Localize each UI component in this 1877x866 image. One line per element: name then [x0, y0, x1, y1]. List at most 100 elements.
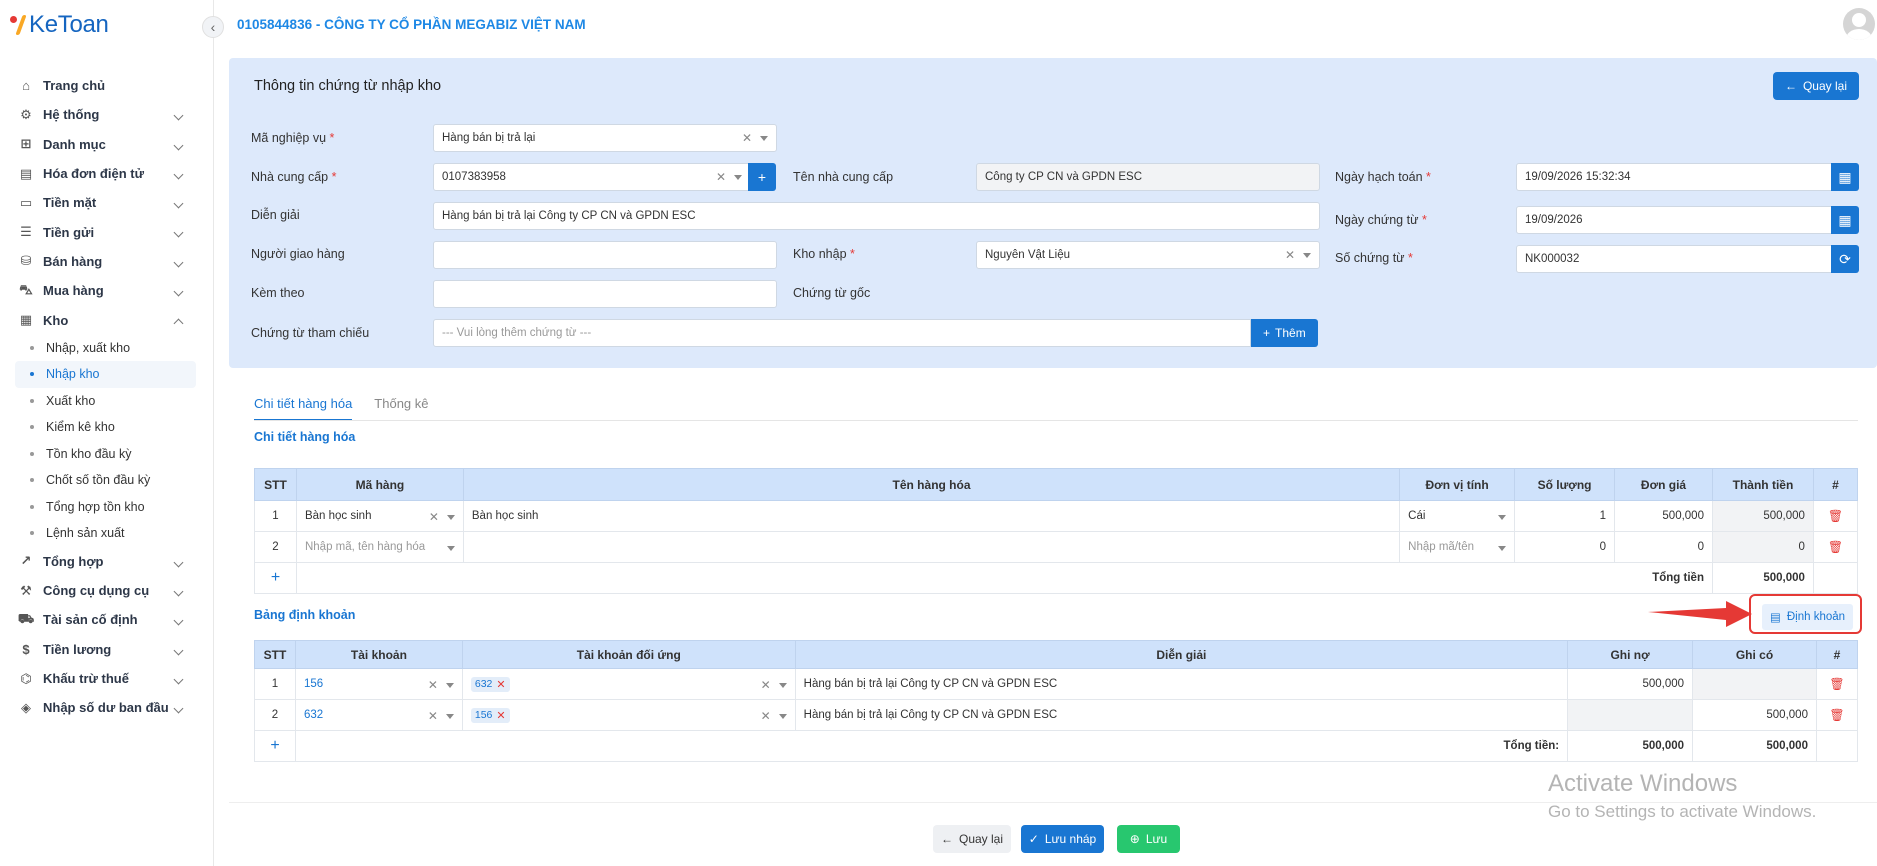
don-gia-input[interactable]: 0 — [1614, 531, 1713, 563]
app-logo[interactable]: KeToan — [10, 10, 109, 40]
so-chung-tu-input[interactable]: NK000032 — [1516, 245, 1834, 273]
chevron-icon — [173, 169, 184, 180]
sidebar-item[interactable]: ↗ Tổng hợp — [0, 547, 214, 576]
tab-chi-tiet[interactable]: Chi tiết hàng hóa — [254, 396, 353, 421]
ghi-co-input[interactable] — [1692, 668, 1817, 700]
clear-icon[interactable]: ✕ — [428, 678, 438, 692]
clear-icon[interactable]: ✕ — [1285, 248, 1295, 262]
sidebar-subitem-label: Chốt số tồn đầu kỳ — [46, 473, 151, 488]
column-header: Tài khoản đối ứng — [461, 640, 796, 669]
delete-row-button[interactable]: 🗑 — [1812, 531, 1859, 563]
ma-hang-select[interactable]: Bàn học sinh ✕ — [295, 500, 464, 532]
tab-thong-ke[interactable]: Thống kê — [374, 396, 428, 421]
clear-icon[interactable]: ✕ — [716, 170, 726, 184]
ngay-chung-tu-input[interactable]: 19/09/2026 — [1516, 206, 1834, 234]
clear-icon[interactable]: ✕ — [429, 510, 439, 524]
sidebar-collapse-button[interactable]: ‹ — [202, 16, 224, 38]
dien-giai-cell[interactable]: Hàng bán bị trả lại Công ty CP CN và GPD… — [794, 699, 1569, 731]
ten-hang-cell[interactable] — [462, 531, 1401, 563]
sidebar-subitem[interactable]: Chốt số tồn đầu kỳ — [0, 467, 214, 494]
sidebar-subitem[interactable]: Lệnh sản xuất — [0, 520, 214, 547]
sidebar-item[interactable]: ⌬ Khấu trừ thuế — [0, 664, 214, 693]
sidebar-item[interactable]: ▭ Tiền mặt — [0, 188, 214, 217]
ten-hang-cell[interactable]: Bàn học sinh — [462, 500, 1401, 532]
so-luong-input[interactable]: 1 — [1514, 500, 1616, 532]
nguoi-giao-hang-input[interactable] — [433, 241, 777, 269]
accounting-section-title: Bảng định khoản — [254, 608, 356, 622]
total-label: Tổng tiền — [295, 562, 1713, 594]
ghi-no-input[interactable]: 500,000 — [1567, 668, 1694, 700]
detail-tabs: Chi tiết hàng hóa Thống kê — [254, 396, 429, 421]
calendar-button-chung-tu[interactable]: ▦ — [1831, 206, 1859, 234]
clear-icon[interactable]: ✕ — [761, 678, 771, 692]
kem-theo-label: Kèm theo — [251, 286, 305, 300]
save-button[interactable]: ⊕ Lưu — [1117, 825, 1180, 853]
calendar-button-hach-toan[interactable]: ▦ — [1831, 163, 1859, 191]
ghi-co-input[interactable]: 500,000 — [1692, 699, 1817, 731]
ghi-no-input[interactable] — [1567, 699, 1694, 731]
sidebar-item[interactable]: ⛟ Tài sản cố định — [0, 605, 214, 634]
ma-hang-select[interactable]: Nhập mã, tên hàng hóa — [295, 531, 464, 563]
remove-tag-icon[interactable]: ✕ — [496, 678, 505, 691]
kho-nhap-select[interactable]: Nguyên Vật Liệu ✕ — [976, 241, 1320, 269]
sidebar-subitem[interactable]: Xuất kho — [0, 388, 214, 415]
sidebar-subitem[interactable]: Tồn kho đầu kỳ — [0, 441, 214, 468]
add-reference-label: Thêm — [1275, 326, 1306, 340]
thanh-tien-cell: 0 — [1711, 531, 1814, 563]
dinh-khoan-button[interactable]: ▤ Định khoản — [1762, 604, 1853, 630]
refresh-number-button[interactable]: ⟳ — [1831, 245, 1859, 273]
clear-icon[interactable]: ✕ — [761, 709, 771, 723]
column-header: # — [1815, 640, 1859, 669]
chung-tu-tham-chieu-input[interactable]: --- Vui lòng thêm chứng từ --- — [433, 319, 1251, 347]
delete-row-button[interactable]: 🗑 — [1812, 500, 1859, 532]
ngay-hach-toan-input[interactable]: 19/09/2026 15:32:34 — [1516, 163, 1834, 191]
add-row-button[interactable]: + — [254, 730, 296, 762]
bullet-icon — [30, 531, 34, 536]
sidebar-item-label: Tiền mặt — [43, 195, 97, 211]
sidebar-item[interactable]: ⚒ Công cụ dụng cụ — [0, 576, 214, 605]
tai-khoan-select[interactable]: 632 ✕ — [294, 699, 463, 731]
dvt-select[interactable]: Cái — [1399, 500, 1516, 532]
dvt-select[interactable]: Nhập mã/tên — [1399, 531, 1516, 563]
sidebar-item[interactable]: ⚙ Hệ thống — [0, 100, 214, 129]
nha-cung-cap-select[interactable]: 0107383958 ✕ — [433, 163, 751, 191]
sidebar-item[interactable]: ☰ Tiền gửi — [0, 217, 214, 246]
sidebar-item[interactable]: ▦ Kho — [0, 305, 214, 334]
sidebar-item[interactable]: ⛁ Bán hàng — [0, 247, 214, 276]
sidebar-item[interactable]: ◈ Nhập số dư ban đầu — [0, 693, 214, 722]
sidebar-item[interactable]: $ Tiền lương — [0, 635, 214, 664]
clear-icon[interactable]: ✕ — [742, 131, 752, 145]
ten-ncc-field[interactable]: Công ty CP CN và GPDN ESC — [976, 163, 1320, 191]
kho-nhap-label: Kho nhập * — [793, 247, 855, 261]
sidebar-item[interactable]: ⛍ Mua hàng — [0, 276, 214, 305]
chevron-icon — [173, 228, 184, 238]
ma-nghiep-vu-select[interactable]: Hàng bán bị trả lại ✕ — [433, 124, 777, 152]
tai-khoan-select[interactable]: 156 ✕ — [294, 668, 463, 700]
column-header: Tên hàng hóa — [462, 468, 1401, 501]
delete-row-button[interactable]: 🗑 — [1815, 699, 1859, 731]
sidebar-item[interactable]: ▤ Hóa đơn điện tử — [0, 159, 214, 188]
so-luong-input[interactable]: 0 — [1514, 531, 1616, 563]
dien-giai-input[interactable]: Hàng bán bị trả lại Công ty CP CN và GPD… — [433, 202, 1320, 230]
user-avatar[interactable] — [1843, 8, 1875, 40]
sidebar-subitem[interactable]: Kiểm kê kho — [0, 414, 214, 441]
clear-icon[interactable]: ✕ — [428, 709, 438, 723]
back-button-top[interactable]: ← Quay lại — [1772, 72, 1859, 100]
sidebar-subitem[interactable]: Tổng hợp tồn kho — [0, 494, 214, 521]
tai-khoan-doi-ung-select[interactable]: 156 ✕ ✕ — [461, 699, 796, 731]
sidebar-item[interactable]: ⊞ Danh mục — [0, 130, 214, 159]
footer-back-button[interactable]: ← Quay lại — [933, 825, 1011, 853]
add-row-button[interactable]: + — [254, 562, 297, 594]
dien-giai-cell[interactable]: Hàng bán bị trả lại Công ty CP CN và GPD… — [794, 668, 1569, 700]
delete-row-button[interactable]: 🗑 — [1815, 668, 1859, 700]
sidebar-subitem[interactable]: Nhập kho — [15, 361, 196, 388]
sidebar-item[interactable]: ⌂ Trang chủ — [0, 71, 214, 100]
add-supplier-button[interactable]: + — [748, 163, 776, 191]
sidebar-subitem[interactable]: Nhập, xuất kho — [0, 335, 214, 362]
kem-theo-input[interactable] — [433, 280, 777, 308]
add-reference-button[interactable]: + Thêm — [1251, 319, 1318, 347]
save-draft-button[interactable]: ✓ Lưu nháp — [1021, 825, 1104, 853]
don-gia-input[interactable]: 500,000 — [1614, 500, 1713, 532]
tai-khoan-doi-ung-select[interactable]: 632 ✕ ✕ — [461, 668, 796, 700]
remove-tag-icon[interactable]: ✕ — [496, 709, 505, 722]
